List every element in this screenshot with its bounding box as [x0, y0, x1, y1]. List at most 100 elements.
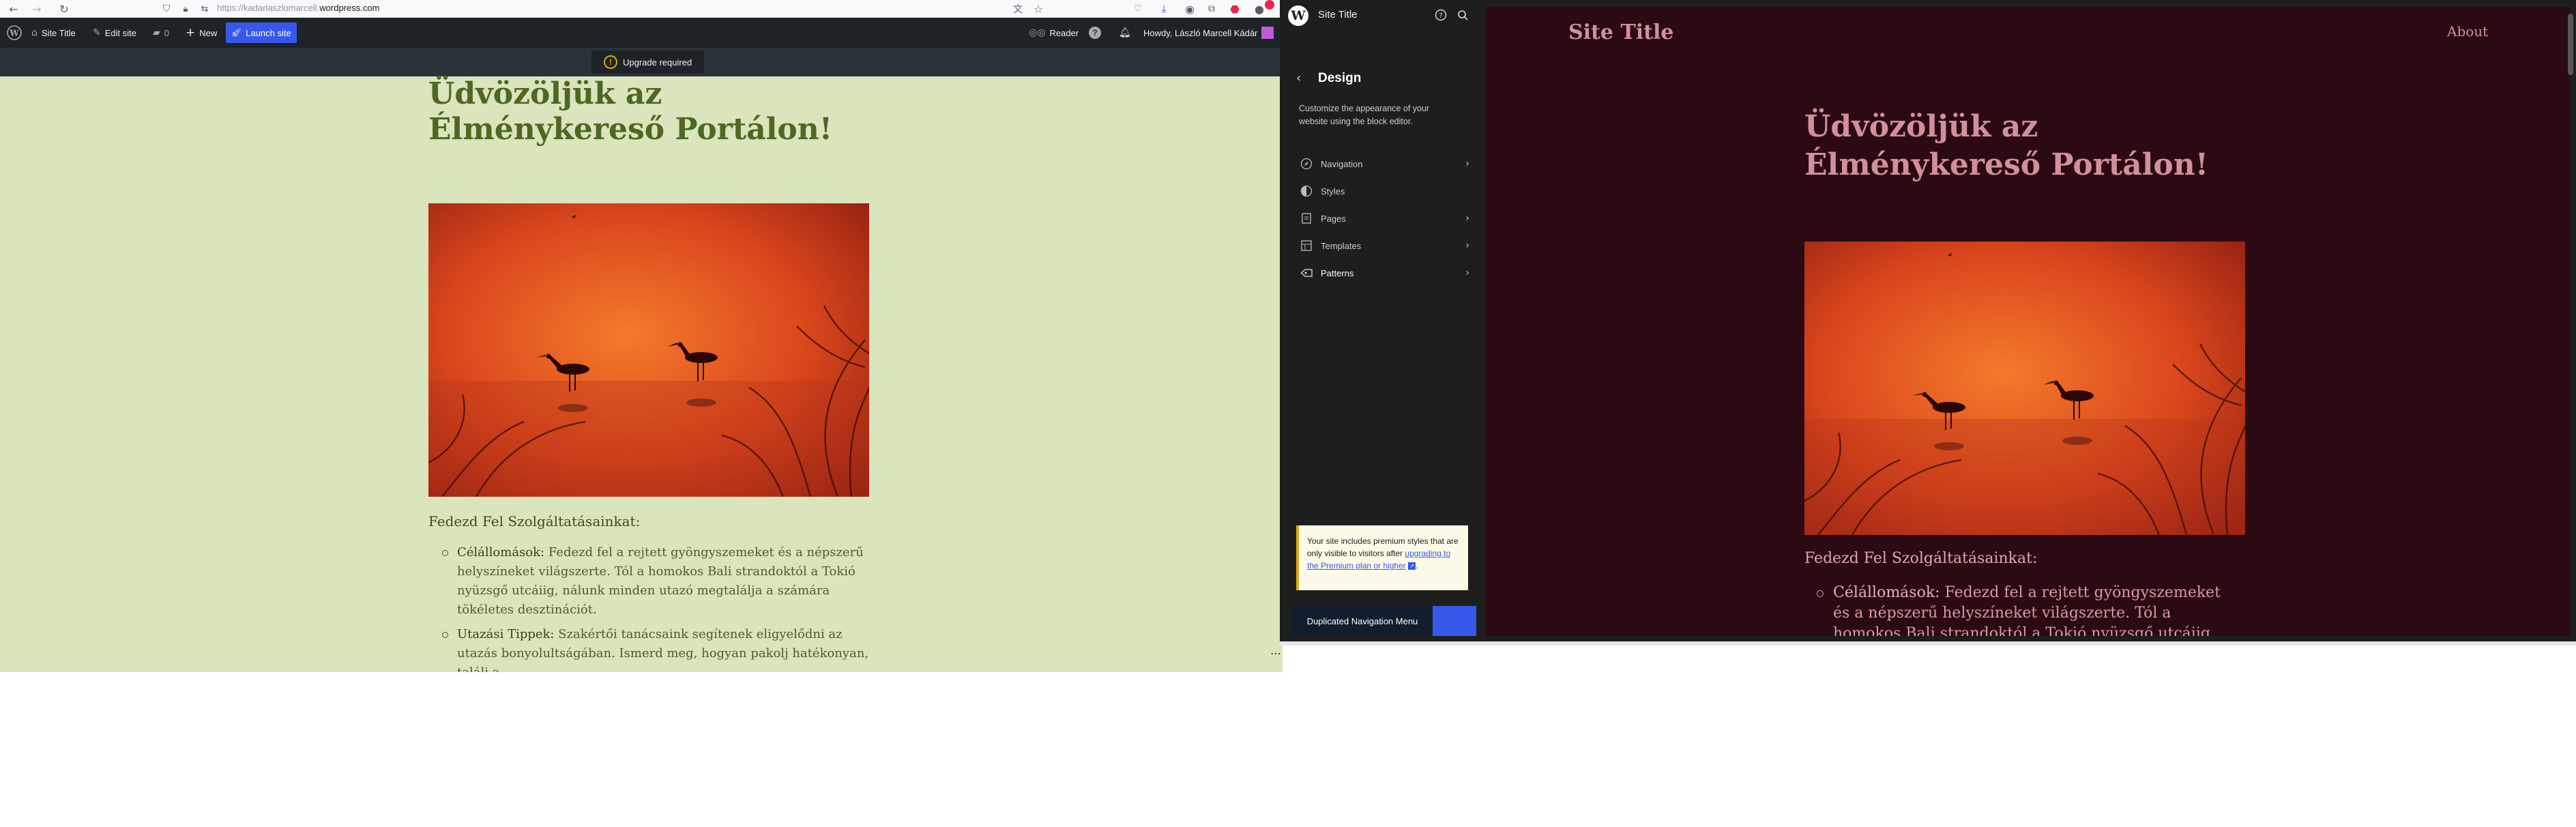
editor-canvas-frame: Site Title About Üdvözöljük az Élményker… — [1485, 0, 2576, 641]
services-list: Célállomások: Fedezd fel a rejtett gyöng… — [428, 543, 879, 672]
dup-button-label: Duplicated Navigation Menu — [1306, 615, 1418, 626]
bottom-divider — [1280, 641, 2576, 645]
canvas-services-heading[interactable]: Fedezd Fel Szolgáltatásainkat: — [1804, 550, 2037, 567]
canvas-services-list[interactable]: Célállomások: Fedezd fel a rejtett gyöng… — [1804, 583, 2241, 636]
sidebar-item-pages[interactable]: Pages › — [1299, 207, 1469, 230]
chevron-right-icon: › — [1465, 240, 1469, 251]
shield-icon[interactable]: ⛉ — [160, 2, 173, 16]
search-icon[interactable] — [1456, 8, 1469, 22]
adminbar-new[interactable]: + New — [186, 18, 217, 48]
duplicated-navigation-menu-button[interactable]: Duplicated Navigation Menu — [1292, 606, 1433, 636]
help-glyph: ? — [1089, 27, 1101, 39]
lock-icon[interactable]: 🔒︎ — [179, 2, 192, 16]
wp-logo-icon[interactable]: W — [7, 18, 22, 48]
translate-icon[interactable]: 文 — [1011, 2, 1025, 16]
launch-site-button[interactable]: 🚀︎ Launch site — [226, 23, 297, 43]
reader-icon: ◎◎ — [1029, 27, 1046, 38]
navigation-icon — [1299, 156, 1314, 171]
pages-icon — [1299, 211, 1314, 226]
comments-count: 0 — [164, 27, 170, 38]
reload-icon[interactable]: ↻ — [57, 2, 71, 16]
chevron-right-icon: › — [1465, 213, 1469, 224]
back-chevron-icon[interactable]: ‹ — [1296, 71, 1301, 85]
sidebar-item-label: Styles — [1321, 186, 1345, 197]
list-item: Célállomások: Fedezd fel a rejtett gyöng… — [428, 543, 879, 620]
list-item[interactable]: Célállomások: Fedezd fel a rejtett gyöng… — [1804, 583, 2241, 636]
permissions-icon[interactable]: ⇆ — [198, 2, 211, 16]
list-item-lead: Célállomások: — [1833, 584, 1940, 601]
notice-end: . — [1416, 561, 1418, 570]
home-icon: ⌂ — [31, 27, 38, 38]
adminbar-new-label: New — [199, 27, 218, 38]
adminbar-account[interactable]: Howdy, László Marcell Kádár — [1143, 18, 1274, 48]
profile-icon[interactable]: ● — [1253, 2, 1266, 16]
upgrade-bar: ! Upgrade required — [0, 48, 1283, 76]
pocket-icon[interactable]: ♡ — [1131, 2, 1145, 16]
download-icon[interactable]: ⤓ — [1157, 2, 1171, 16]
design-sidebar: W Site Title ? ‹ Design Customize the ap… — [1280, 0, 1485, 641]
help-icon[interactable]: ? — [1089, 18, 1101, 48]
external-link-icon: ↗ — [1408, 562, 1416, 570]
help-circle-icon[interactable]: ? — [1434, 8, 1448, 22]
browser-toolbar: ← → ↻ ⛉ 🔒︎ ⇆ https://kadarlaszlomarcell.… — [0, 0, 1283, 18]
avatar — [1261, 27, 1274, 39]
adminbar-site-title-label: Site Title — [41, 27, 76, 38]
chevron-right-icon: › — [1465, 267, 1469, 278]
sidebar-header: W Site Title ? — [1280, 0, 1485, 31]
url-prefix: https://kadarlaszlomarcell. — [217, 3, 320, 13]
canvas-nav-about[interactable]: About — [2447, 23, 2488, 40]
adminbar-reader[interactable]: ◎◎ Reader — [1029, 18, 1079, 48]
list-item: Utazási Tippek: Szakértői tanácsaink seg… — [428, 625, 879, 672]
adminbar-site-title[interactable]: ⌂ Site Title — [31, 18, 76, 48]
plus-icon: + — [186, 26, 196, 40]
bell-glyph: 🔔︎ — [1119, 27, 1131, 38]
chevron-right-icon: › — [1465, 158, 1469, 169]
sidebar-item-styles[interactable]: Styles — [1299, 179, 1469, 203]
patterns-icon — [1299, 265, 1314, 280]
frontend-view: ← → ↻ ⛉ 🔒︎ ⇆ https://kadarlaszlomarcell.… — [0, 0, 1283, 672]
adblock-icon[interactable]: ⬣ — [1228, 2, 1242, 16]
templates-icon — [1299, 238, 1314, 253]
sidebar-item-label: Patterns — [1321, 267, 1354, 278]
wordpress-logo-icon[interactable]: W — [1288, 5, 1308, 26]
adminbar-comments[interactable]: ▰ 0 — [153, 18, 169, 48]
sidebar-description: Customize the appearance of your website… — [1299, 104, 1430, 126]
warning-icon: ! — [604, 55, 617, 69]
bookmark-star-icon[interactable]: ☆ — [1031, 2, 1045, 16]
canvas-site-title[interactable]: Site Title — [1568, 20, 1674, 44]
sidebar-item-label: Templates — [1321, 240, 1362, 251]
account-icon[interactable]: ◉ — [1183, 2, 1197, 16]
rocket-icon: 🚀︎ — [231, 28, 242, 38]
sidebar-item-patterns[interactable]: Patterns › — [1299, 261, 1469, 285]
pencil-icon: ✎ — [93, 27, 101, 38]
upgrade-required-button[interactable]: ! Upgrade required — [591, 50, 705, 74]
wp-admin-bar: W ⌂ Site Title ✎ Edit site ▰ 0 + New 🚀︎ … — [0, 18, 1283, 48]
sidebar-heading: Design — [1318, 71, 1362, 85]
sidebar-item-label: Navigation — [1321, 158, 1363, 169]
forward-arrow-icon[interactable]: → — [30, 2, 44, 16]
list-item-lead: Célállomások: — [457, 545, 545, 560]
more-options-icon[interactable]: ⋯ — [1270, 647, 1281, 660]
page-title: Üdvözöljük az Élménykereső Portálon! — [428, 76, 833, 147]
hero-image — [428, 203, 869, 497]
premium-styles-notice: Your site includes premium styles that a… — [1296, 525, 1468, 590]
reader-label: Reader — [1049, 27, 1079, 38]
list-item-lead: Utazási Tippek: — [457, 627, 555, 641]
canvas-hero-image[interactable] — [1804, 242, 2245, 535]
notifications-bell-icon[interactable]: 🔔︎ — [1119, 18, 1131, 48]
canvas-page-title[interactable]: Üdvözöljük az Élménykereső Portálon! — [1804, 108, 2268, 184]
extensions-icon[interactable]: ⧉ — [1205, 2, 1218, 16]
save-button[interactable] — [1433, 606, 1476, 636]
editor-canvas[interactable]: Site Title About Üdvözöljük az Élményker… — [1485, 7, 2570, 636]
address-bar[interactable]: https://kadarlaszlomarcell.wordpress.com — [217, 3, 379, 13]
sidebar-item-templates[interactable]: Templates › — [1299, 234, 1469, 257]
adminbar-edit-site-label: Edit site — [104, 27, 136, 38]
sidebar-item-navigation[interactable]: Navigation › — [1299, 152, 1469, 175]
upgrade-label: Upgrade required — [623, 57, 692, 68]
svg-text:?: ? — [1439, 12, 1442, 20]
comment-icon: ▰ — [153, 27, 160, 38]
sidebar-site-title[interactable]: Site Title — [1318, 9, 1358, 20]
back-arrow-icon[interactable]: ← — [7, 2, 20, 16]
adminbar-edit-site[interactable]: ✎ Edit site — [93, 18, 136, 48]
canvas-scrollbar[interactable] — [2568, 14, 2573, 75]
